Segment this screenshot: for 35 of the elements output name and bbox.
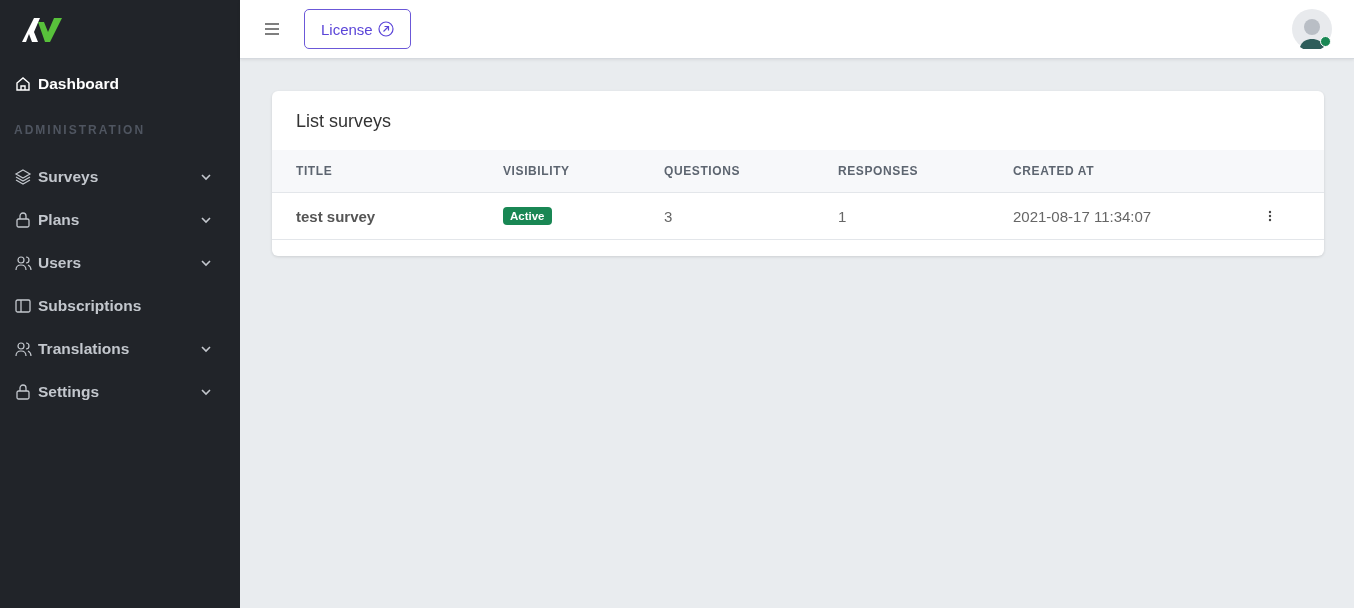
home-icon xyxy=(14,74,32,93)
sidebar-item[interactable]: Surveys xyxy=(0,155,240,198)
menu-icon[interactable] xyxy=(264,23,280,35)
layers-icon xyxy=(14,167,32,186)
chevron-down-icon xyxy=(200,258,212,267)
external-link-icon xyxy=(377,21,394,37)
table-cell-text: 2021-08-17 11:34:07 xyxy=(1013,207,1153,225)
sidebar-item[interactable]: Plans xyxy=(0,198,240,241)
lock-icon xyxy=(14,210,32,229)
table-cell-text: 1 xyxy=(838,207,848,225)
table-cell-text: 3 xyxy=(664,207,674,225)
chevron-down-icon xyxy=(200,215,212,224)
table-cell-text: test survey xyxy=(296,207,377,225)
sidebar-item[interactable]: Translations xyxy=(0,327,240,370)
chevron-down-icon xyxy=(200,172,212,181)
sidebar-item[interactable]: Dashboard xyxy=(0,62,240,105)
column-header: QUESTIONS xyxy=(664,164,742,178)
status-badge: Active xyxy=(503,207,552,225)
card-title: List surveys xyxy=(295,110,393,133)
users-icon xyxy=(14,339,32,358)
panel-icon xyxy=(14,296,32,315)
chevron-down-icon xyxy=(200,387,212,396)
sidebar-item[interactable]: Users xyxy=(0,241,240,284)
column-header: RESPONSES xyxy=(838,164,920,178)
column-header: VISIBILITY xyxy=(503,164,571,178)
avatar[interactable] xyxy=(1292,9,1332,49)
more-options-icon[interactable] xyxy=(1268,210,1272,222)
license-button[interactable]: License xyxy=(304,9,411,49)
users-icon xyxy=(14,253,32,272)
column-header: TITLE xyxy=(296,164,334,178)
sidebar-item[interactable]: Subscriptions xyxy=(0,284,240,327)
lock-icon xyxy=(14,382,32,401)
column-header: CREATED AT xyxy=(1013,164,1096,178)
chevron-down-icon xyxy=(200,344,212,353)
sidebar-item[interactable]: Settings xyxy=(0,370,240,413)
